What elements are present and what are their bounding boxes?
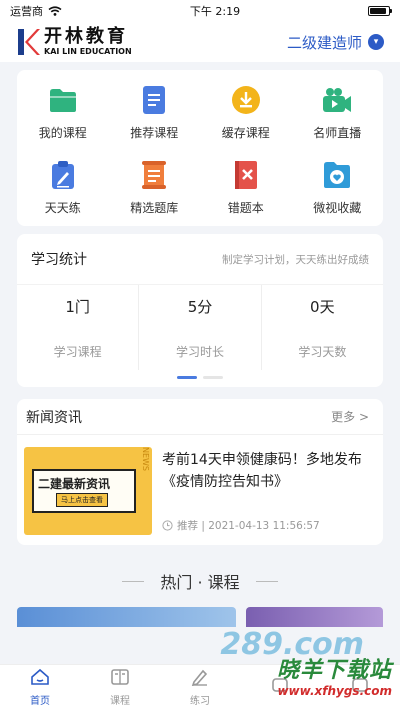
- stat-duration[interactable]: 5分 学习时长: [139, 285, 262, 370]
- stat-label: 学习天数: [298, 344, 347, 359]
- news-info: 考前14天申领健康码！多地发布《疫情防控告知书》 推荐 | 2021-04-13…: [162, 447, 374, 535]
- logo-english: KAI LIN EDUCATION: [44, 47, 132, 56]
- grid-item-label: 天天练: [44, 201, 81, 215]
- stat-label: 学习时长: [175, 344, 224, 359]
- carrier-label: 运营商: [10, 5, 43, 18]
- course-list-preview: [17, 607, 383, 627]
- grid-item-download[interactable]: 缓存课程: [200, 84, 292, 141]
- stat-courses[interactable]: 1门 学习课程: [17, 285, 140, 370]
- battery-level: [369, 8, 387, 14]
- grid-item-label: 微视收藏: [313, 201, 362, 215]
- tab-1[interactable]: 首页: [0, 665, 80, 710]
- document-icon: [137, 84, 171, 116]
- exam-level-selector[interactable]: 二级建造师 ▾: [287, 32, 384, 53]
- stat-label: 学习课程: [53, 344, 102, 359]
- brand-logo: 开林教育 KAI LIN EDUCATION: [16, 27, 132, 57]
- stat-days[interactable]: 0天 学习天数: [262, 285, 383, 370]
- book-icon: [110, 668, 130, 689]
- news-meta: 推荐 | 2021-04-13 11:56:57: [162, 518, 374, 535]
- grid-item-document[interactable]: 推荐课程: [109, 84, 201, 141]
- carousel-dot[interactable]: [177, 376, 197, 379]
- study-stats-card: 学习统计 制定学习计划，天天练出好成绩 1门 学习课程 5分 学习时长 0天 学…: [17, 234, 383, 387]
- divider: [122, 580, 145, 582]
- logo-chinese: 开林教育: [44, 26, 128, 47]
- grid-item-label: 名师直播: [313, 126, 362, 140]
- watermark-url: www.xfhygs.com: [277, 684, 392, 698]
- stats-subtitle: 制定学习计划，天天练出好成绩: [222, 253, 369, 266]
- stat-value: 5分: [187, 297, 213, 316]
- folder-icon: [46, 84, 80, 116]
- news-item[interactable]: 二建最新资讯 马上点击查看 NEWS 考前14天申领健康码！多地发布《疫情防控告…: [17, 435, 383, 535]
- news-thumbnail: 二建最新资讯 马上点击查看 NEWS: [24, 447, 152, 535]
- stat-value: 0天: [310, 297, 335, 316]
- stats-title: 学习统计: [31, 252, 87, 268]
- video-camera-icon: [320, 84, 354, 116]
- thumbnail-side-text: NEWS: [141, 447, 150, 471]
- tab-2[interactable]: 课程: [80, 665, 160, 710]
- app-header: 开林教育 KAI LIN EDUCATION 二级建造师 ▾: [0, 22, 400, 62]
- stats-body: 1门 学习课程 5分 学习时长 0天 学习天数: [17, 284, 383, 370]
- home-icon: [30, 668, 50, 689]
- news-headline: 考前14天申领健康码！多地发布《疫情防控告知书》: [162, 452, 362, 490]
- status-time: 下午 2:19: [189, 5, 241, 18]
- grid-item-label: 缓存课程: [221, 126, 270, 140]
- chevron-down-icon: ▾: [368, 34, 384, 50]
- grid-item-label: 我的课程: [38, 126, 87, 140]
- course-card[interactable]: [17, 607, 237, 627]
- wrong-book-icon: [229, 159, 263, 191]
- status-bar: 运营商 下午 2:19: [0, 0, 400, 22]
- watermark: 晓羊下载站 www.xfhygs.com: [277, 652, 392, 698]
- news-header: 新闻资讯 更多 >: [17, 399, 383, 435]
- grid-item-label: 错题本: [227, 201, 264, 215]
- carousel-indicator: [17, 376, 383, 379]
- course-card[interactable]: [246, 607, 383, 627]
- tab-label: 课程: [110, 696, 130, 707]
- tab-3[interactable]: 练习: [160, 665, 240, 710]
- battery-icon: [367, 6, 392, 16]
- favorite-folder-icon: [320, 159, 354, 191]
- grid-item-clipboard-pen[interactable]: 天天练: [17, 159, 109, 216]
- thumbnail-title: 二建最新资讯: [38, 477, 111, 491]
- stat-value: 1门: [65, 297, 90, 316]
- grid-item-favorite-folder[interactable]: 微视收藏: [292, 159, 384, 216]
- clipboard-pen-icon: [46, 159, 80, 191]
- carousel-dot[interactable]: [203, 376, 223, 379]
- pencil-icon: [190, 668, 210, 689]
- news-more-link[interactable]: 更多 >: [331, 408, 369, 425]
- logo-k-icon: [18, 29, 40, 55]
- news-meta-text: 推荐 | 2021-04-13 11:56:57: [177, 520, 320, 532]
- tab-label: 练习: [190, 696, 210, 707]
- news-card: 新闻资讯 更多 > 二建最新资讯 马上点击查看 NEWS 考前14天申领健康码！…: [17, 399, 383, 545]
- grid-item-scroll-list[interactable]: 精选题库: [109, 159, 201, 216]
- grid-item-label: 推荐课程: [130, 126, 179, 140]
- grid-item-wrong-book[interactable]: 错题本: [200, 159, 292, 216]
- grid-item-label: 精选题库: [130, 201, 179, 215]
- thumbnail-button: 马上点击查看: [56, 493, 108, 507]
- wifi-icon: [48, 6, 62, 16]
- divider: [255, 580, 278, 582]
- news-section-title: 新闻资讯: [26, 409, 82, 426]
- grid-item-folder[interactable]: 我的课程: [17, 84, 109, 141]
- status-left: 运营商: [10, 3, 62, 19]
- exam-level-label: 二级建造师: [286, 33, 362, 52]
- hot-courses-heading: 热门 · 课程: [0, 569, 400, 593]
- grid-item-video-camera[interactable]: 名师直播: [292, 84, 384, 141]
- scroll-list-icon: [137, 159, 171, 191]
- download-icon: [229, 84, 263, 116]
- hot-courses-title: 热门 · 课程: [160, 573, 240, 592]
- quick-access-card: 我的课程 推荐课程 缓存课程 名师直播 天天练 精选题库 错题本 微视收藏: [17, 70, 383, 226]
- stats-header: 学习统计 制定学习计划，天天练出好成绩: [17, 234, 383, 272]
- tab-label: 首页: [30, 696, 50, 707]
- watermark-text: 晓羊下载站: [276, 658, 392, 683]
- quick-access-grid: 我的课程 推荐课程 缓存课程 名师直播 天天练 精选题库 错题本 微视收藏: [17, 84, 383, 216]
- clock-icon: [162, 520, 173, 531]
